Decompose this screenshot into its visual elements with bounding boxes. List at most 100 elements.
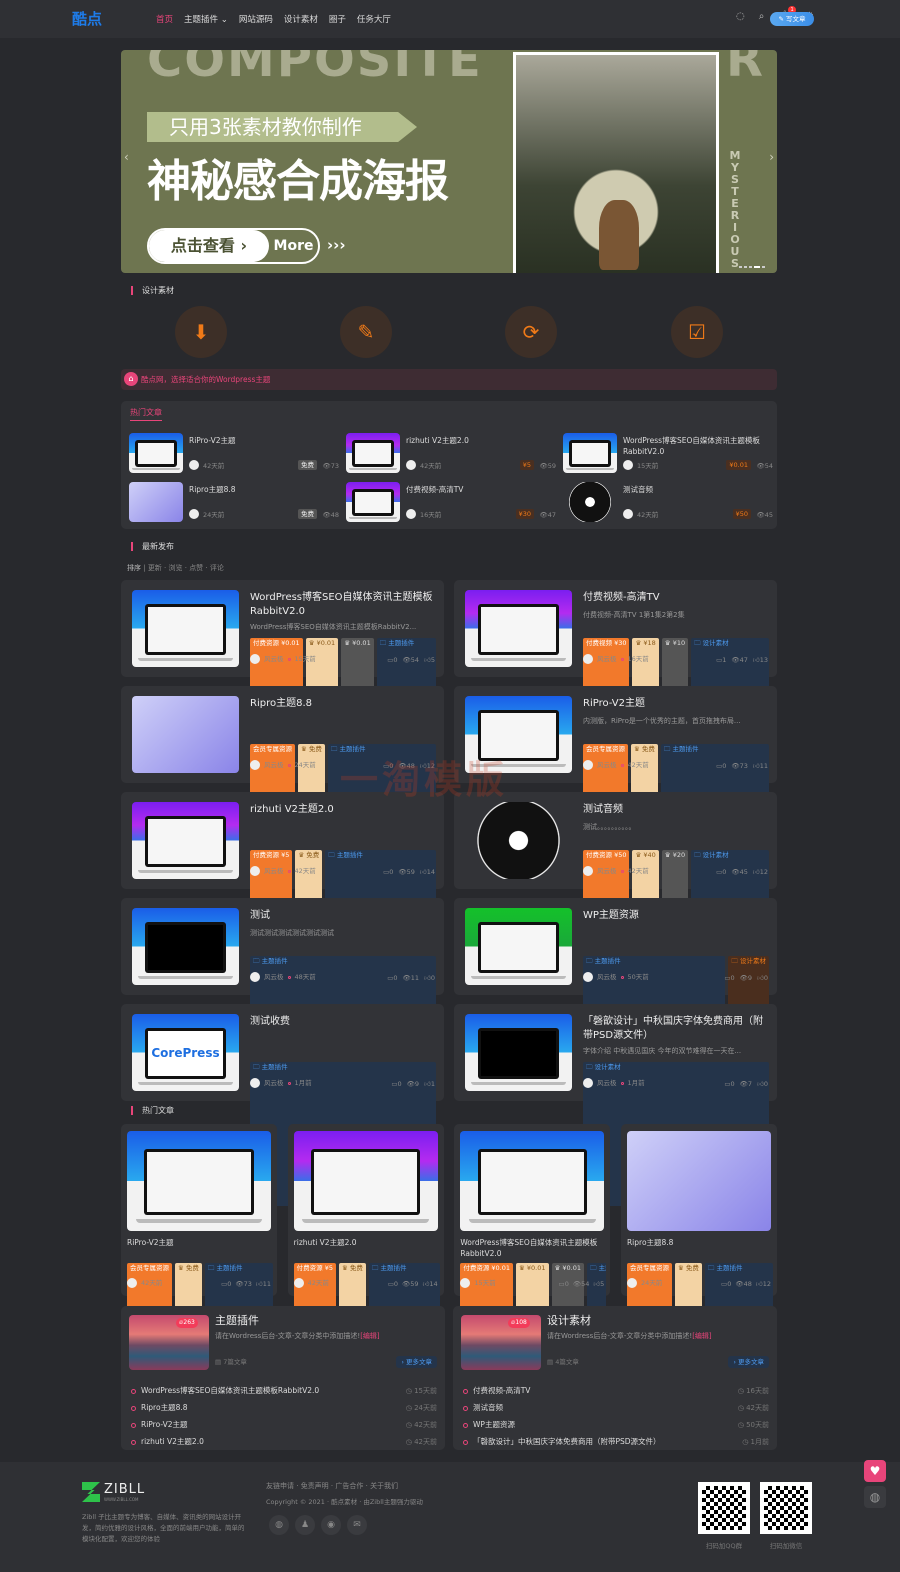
post-thumbnail[interactable] xyxy=(346,433,400,473)
slide-dots[interactable] xyxy=(739,266,765,268)
more-articles-button[interactable]: › 更多文章 xyxy=(728,1356,769,1368)
post-thumbnail[interactable] xyxy=(626,1131,771,1231)
post-thumbnail[interactable] xyxy=(132,590,239,667)
post-author[interactable]: 风云极 48天前 xyxy=(250,972,316,982)
slide-dot[interactable] xyxy=(749,266,752,268)
post-author[interactable]: 风云极 24天前 xyxy=(250,760,316,770)
category-post[interactable]: WP主题资源 ◷ 50天前 xyxy=(463,1416,769,1433)
post-thumbnail[interactable] xyxy=(129,482,183,522)
hot-mini-item[interactable]: RiPro-V2主题 42天前 免费 👁︎73 xyxy=(129,433,339,473)
hot-card[interactable]: RiPro-V2主题 会员专属资源 ♛ 免费 🗀 主题插件 42天前 ▭0 👁︎73 👍︎11 xyxy=(121,1124,277,1407)
category-post[interactable]: RiPro-V2主题 ◷ 42天前 xyxy=(131,1416,437,1433)
qq-icon[interactable]: ♟ xyxy=(295,1515,315,1535)
wechat-icon[interactable]: ◍ xyxy=(269,1515,289,1535)
edit-link[interactable]: [编辑] xyxy=(360,1332,379,1340)
post-title[interactable]: WP主题资源 xyxy=(583,909,769,923)
post-author[interactable]: 风云极 16天前 xyxy=(583,654,649,664)
heart-icon[interactable]: ♥ xyxy=(864,1460,886,1482)
post-author[interactable]: 风云极 42天前 xyxy=(583,866,649,876)
post-thumbnail[interactable] xyxy=(346,482,400,522)
download-icon[interactable]: ⬇ xyxy=(175,306,227,358)
post-thumbnail[interactable] xyxy=(293,1131,438,1231)
item-title[interactable]: WordPress博客SEO自媒体资讯主题模板RabbitV2.0 xyxy=(623,435,773,457)
item-title[interactable]: rizhuti V2主题2.0 xyxy=(406,435,556,446)
post-thumbnail[interactable] xyxy=(132,696,239,773)
slide-dot[interactable] xyxy=(762,266,765,268)
notice-bar[interactable]: ⌂ 酷点网，选择适合你的Wordpress主题 xyxy=(121,369,777,390)
post-author[interactable]: 风云极 15天前 xyxy=(250,654,316,664)
search-icon[interactable]: ⌕ xyxy=(759,11,765,23)
category-name[interactable]: 设计素材 xyxy=(547,1314,591,1328)
hot-mini-item[interactable]: rizhuti V2主题2.0 42天前 ¥5 👁︎59 xyxy=(346,433,556,473)
nav-item[interactable]: 主题插件 ⌄ xyxy=(184,13,228,25)
likes[interactable]: 👍︎0 xyxy=(424,974,435,982)
post-title[interactable]: 付费视频-高清TV xyxy=(583,591,769,605)
post-thumbnail[interactable] xyxy=(132,802,239,879)
post-card[interactable]: 测试音频 测试。。。。。。。。。。 付费资源 ¥50 ♛ ¥40 ♛ ¥20 🗀 设计素材… xyxy=(454,792,777,994)
slide-dot[interactable] xyxy=(754,266,760,268)
card-title[interactable]: rizhuti V2主题2.0 xyxy=(294,1237,440,1248)
post-title[interactable]: 测试 xyxy=(250,909,436,923)
card-title[interactable]: Ripro主题8.8 xyxy=(627,1237,773,1248)
post-thumbnail[interactable] xyxy=(563,482,617,522)
likes[interactable]: 👍︎13 xyxy=(753,656,768,664)
nav-item[interactable]: 圈子 xyxy=(329,13,346,25)
write-article-button[interactable]: ✎ 写文章 xyxy=(770,12,814,26)
post-title[interactable]: 测试收费 xyxy=(250,1015,436,1029)
edit-link[interactable]: [编辑] xyxy=(692,1332,711,1340)
post-card[interactable]: rizhuti V2主题2.0 付费资源 ¥5 ♛ 免费 🗀 主题插件 风云极 42天前 ▭… xyxy=(121,792,444,994)
likes[interactable]: 👍︎11 xyxy=(753,762,768,770)
category-post[interactable]: Ripro主题8.8 ◷ 24天前 xyxy=(131,1399,437,1416)
card-title[interactable]: RiPro-V2主题 xyxy=(127,1237,273,1248)
email-icon[interactable]: ✉ xyxy=(347,1515,367,1535)
item-title[interactable]: RiPro-V2主题 xyxy=(189,435,339,446)
post-card[interactable]: CorePress 测试收费 🗀 主题插件 风云极 1月前 ▭0 👁︎9 👍︎1 xyxy=(121,1004,444,1206)
hot-card[interactable]: Ripro主题8.8 会员专属资源 ♛ 免费 🗀 主题插件 24天前 ▭0 👁︎48 👍︎12 xyxy=(620,1124,777,1407)
post-title[interactable]: 「磬歆设计」中秋国庆字体免费商用（附带PSD源文件） xyxy=(583,1015,769,1043)
hot-tab[interactable]: 热门文章 xyxy=(130,408,162,421)
post-thumbnail[interactable] xyxy=(127,1131,271,1231)
refresh-icon[interactable]: ⟳ xyxy=(505,306,557,358)
post-thumbnail[interactable] xyxy=(563,433,617,473)
nav-item[interactable]: 设计素材 xyxy=(284,13,318,25)
post-thumbnail[interactable] xyxy=(465,590,572,667)
hot-mini-item[interactable]: 付费视频-高清TV 16天前 ¥30 👁︎47 xyxy=(346,482,556,522)
post-thumbnail[interactable] xyxy=(129,433,183,473)
hot-card[interactable]: rizhuti V2主题2.0 付费资源 ¥5 ♛ 免费 🗀 主题插件 42天前 ▭0 👁︎… xyxy=(287,1124,444,1407)
hot-mini-item[interactable]: Ripro主题8.8 24天前 免费 👁︎48 xyxy=(129,482,339,522)
chevron-right-icon[interactable]: › xyxy=(769,150,774,164)
sort-option[interactable]: 更新 xyxy=(148,564,162,572)
slide-dot[interactable] xyxy=(744,266,747,268)
hot-card[interactable]: WordPress博客SEO自媒体资讯主题模板RabbitV2.0 付费资源 ¥0… xyxy=(454,1124,611,1407)
hot-mini-item[interactable]: WordPress博客SEO自媒体资讯主题模板RabbitV2.0 15天前 ¥0.… xyxy=(563,433,773,473)
likes[interactable]: 👍︎0 xyxy=(757,974,768,982)
theme-toggle-icon[interactable]: ◌ xyxy=(736,11,745,23)
nav-item[interactable]: 首页 xyxy=(156,13,173,25)
more-articles-button[interactable]: › 更多文章 xyxy=(396,1356,437,1368)
post-thumbnail[interactable] xyxy=(465,802,572,879)
likes[interactable]: 👍︎0 xyxy=(757,1080,768,1088)
item-title[interactable]: Ripro主题8.8 xyxy=(189,484,339,495)
post-author[interactable]: 风云极 1月前 xyxy=(250,1078,312,1088)
banner-cta-button[interactable]: 点击查看 › More xyxy=(147,228,320,264)
post-thumbnail[interactable] xyxy=(460,1131,605,1231)
category-post[interactable]: 付费视频-高清TV ◷ 16天前 xyxy=(463,1382,769,1399)
sort-option[interactable]: 评论 xyxy=(210,564,224,572)
post-title[interactable]: 测试音频 xyxy=(583,803,769,817)
card-title[interactable]: WordPress博客SEO自媒体资讯主题模板RabbitV2.0 xyxy=(460,1237,606,1259)
post-title[interactable]: WordPress博客SEO自媒体资讯主题模板RabbitV2.0 xyxy=(250,591,436,619)
slide-dot[interactable] xyxy=(739,266,742,268)
checkbox-icon[interactable]: ☑ xyxy=(671,306,723,358)
post-author[interactable]: 风云极 42天前 xyxy=(583,760,649,770)
post-author[interactable]: 风云极 1月前 xyxy=(583,1078,645,1088)
post-title[interactable]: RiPro-V2主题 xyxy=(583,697,769,711)
post-thumbnail[interactable] xyxy=(465,908,572,985)
post-title[interactable]: Ripro主题8.8 xyxy=(250,697,436,711)
item-title[interactable]: 测试音频 xyxy=(623,484,773,495)
post-author[interactable]: 风云极 42天前 xyxy=(250,866,316,876)
post-title[interactable]: rizhuti V2主题2.0 xyxy=(250,803,436,817)
nav-item[interactable]: 任务大厅 xyxy=(357,13,391,25)
category-post[interactable]: rizhuti V2主题2.0 ◷ 42天前 xyxy=(131,1433,437,1450)
likes[interactable]: 👍︎14 xyxy=(420,868,435,876)
category-post[interactable]: 测试音频 ◷ 42天前 xyxy=(463,1399,769,1416)
